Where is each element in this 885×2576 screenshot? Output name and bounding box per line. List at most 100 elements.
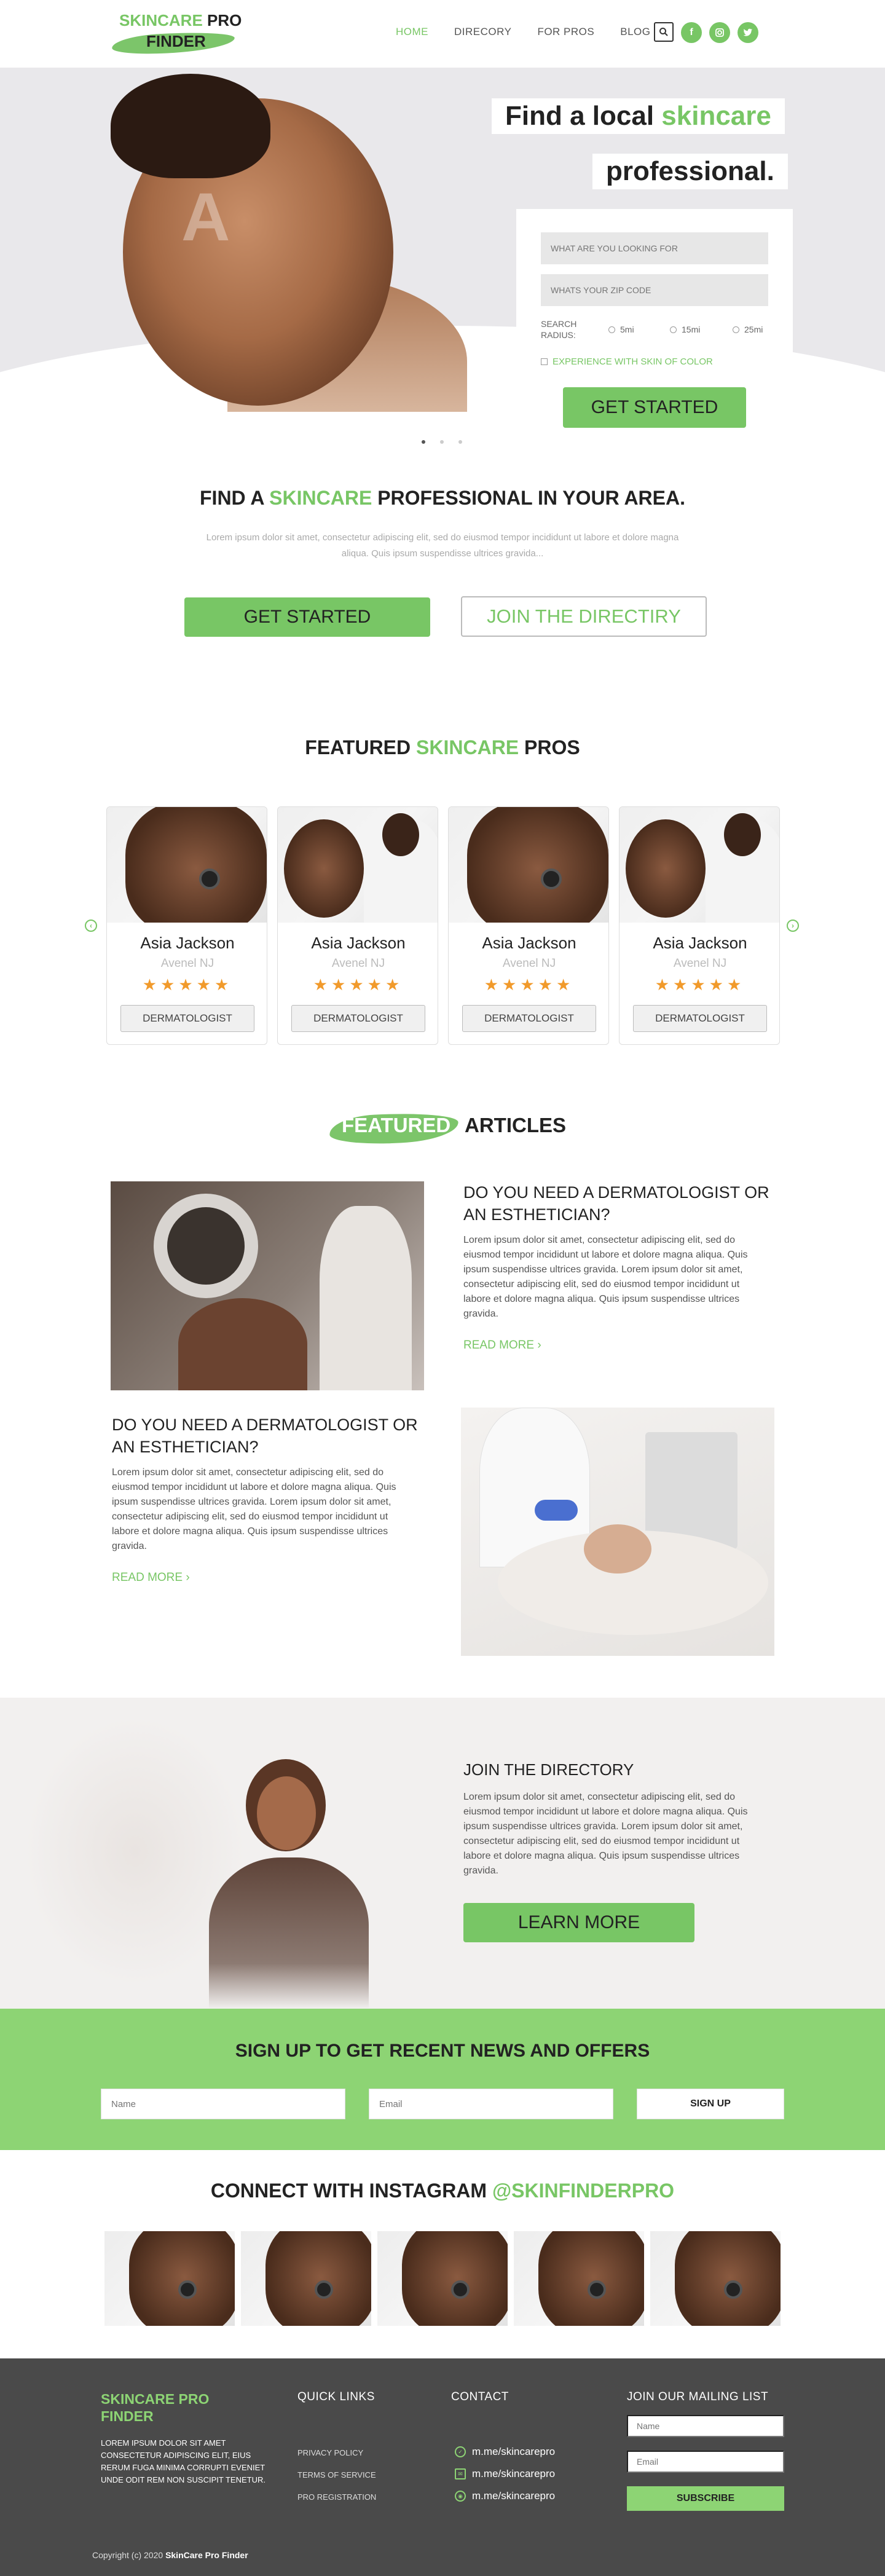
instagram-post[interactable] bbox=[377, 2231, 508, 2326]
find-section-title: FIND A SKINCARE PROFESSIONAL IN YOUR ARE… bbox=[0, 487, 885, 510]
instagram-icon[interactable] bbox=[709, 22, 730, 43]
pro-location: Avenel NJ bbox=[673, 957, 727, 970]
carousel-dot-1[interactable] bbox=[422, 440, 425, 444]
carousel-dot-2[interactable] bbox=[440, 440, 444, 444]
checkbox-label: EXPERIENCE WITH SKIN OF COLOR bbox=[553, 356, 713, 367]
privacy-policy-link[interactable]: PRIVACY POLICY bbox=[297, 2448, 363, 2457]
search-icon[interactable] bbox=[654, 22, 674, 42]
photo-skin bbox=[266, 2231, 371, 2326]
hero-heading-line-1: Find a local skincare bbox=[492, 98, 785, 134]
article-image-1[interactable] bbox=[111, 1181, 424, 1390]
pro-specialty-tag[interactable]: DERMATOLOGIST bbox=[291, 1005, 425, 1032]
facebook-icon[interactable]: f bbox=[681, 22, 702, 43]
pro-card[interactable]: Asia Jackson Avenel NJ ★★★★★ DERMATOLOGI… bbox=[277, 806, 438, 1045]
pro-specialty-tag[interactable]: DERMATOLOGIST bbox=[462, 1005, 596, 1032]
photo-skin bbox=[125, 807, 267, 923]
title-dark-part: PROFESSIONAL IN YOUR AREA. bbox=[377, 487, 685, 509]
read-more-link-1[interactable]: READ MORE › bbox=[463, 1339, 541, 1352]
hero-heading-dark: Find a local bbox=[505, 101, 655, 131]
pro-card[interactable]: Asia Jackson Avenel NJ ★★★★★ DERMATOLOGI… bbox=[619, 806, 780, 1045]
read-more-label: READ MORE bbox=[112, 1571, 183, 1584]
learn-more-button[interactable]: LEARN MORE bbox=[463, 1903, 694, 1942]
menu-home[interactable]: HOME bbox=[396, 26, 428, 38]
nav-icons: f bbox=[654, 22, 758, 43]
join-heading: JOIN THE DIRECTORY bbox=[463, 1760, 634, 1779]
radius-option-25mi[interactable]: 25mi bbox=[733, 325, 763, 334]
globe-icon: ◉ bbox=[455, 2491, 466, 2502]
skin-of-color-checkbox[interactable]: EXPERIENCE WITH SKIN OF COLOR bbox=[541, 356, 713, 367]
article-text-2: Lorem ipsum dolor sit amet, consectetur … bbox=[112, 1467, 396, 1551]
logo-line-2: FINDER bbox=[146, 32, 206, 50]
instagram-post[interactable] bbox=[650, 2231, 781, 2326]
photo-skin bbox=[402, 2231, 508, 2326]
instagram-post[interactable] bbox=[514, 2231, 644, 2326]
article-heading-2[interactable]: DO YOU NEED A DERMATOLOGIST OR AN ESTHET… bbox=[112, 1414, 419, 1458]
instagram-post[interactable] bbox=[241, 2231, 371, 2326]
footer-name-input[interactable] bbox=[627, 2415, 784, 2437]
pro-specialty-tag[interactable]: DERMATOLOGIST bbox=[633, 1005, 767, 1032]
contact-item-web[interactable]: ◉ m.me/skincarepro bbox=[455, 2490, 555, 2502]
articles-title-brush-text: FEATURED bbox=[342, 1114, 451, 1136]
photo-skin bbox=[284, 819, 364, 918]
star-rating-icon: ★★★★★ bbox=[313, 975, 404, 994]
terms-of-service-link[interactable]: TERMS OF SERVICE bbox=[297, 2470, 376, 2479]
carousel-dot-3[interactable] bbox=[458, 440, 462, 444]
find-get-started-button[interactable]: GET STARTED bbox=[184, 597, 430, 637]
subscribe-button[interactable]: SUBSCRIBE bbox=[627, 2486, 784, 2511]
menu-directory[interactable]: DIRECORY bbox=[454, 26, 511, 38]
menu-for-pros[interactable]: FOR PROS bbox=[537, 26, 594, 38]
pro-specialty-tag[interactable]: DERMATOLOGIST bbox=[120, 1005, 254, 1032]
read-more-link-2[interactable]: READ MORE › bbox=[112, 1571, 190, 1585]
instagram-post[interactable] bbox=[104, 2231, 235, 2326]
dermatoscope-icon bbox=[199, 869, 220, 889]
radio-icon bbox=[670, 326, 677, 333]
photo-head bbox=[382, 813, 419, 856]
join-portrait-image bbox=[184, 1759, 393, 2009]
newsletter-section: SIGN UP TO GET RECENT NEWS AND OFFERS SI… bbox=[0, 2009, 885, 2150]
menu-blog[interactable]: BLOG bbox=[620, 26, 650, 38]
footer-email-input[interactable] bbox=[627, 2451, 784, 2473]
pro-card[interactable]: Asia Jackson Avenel NJ ★★★★★ DERMATOLOGI… bbox=[106, 806, 267, 1045]
footer-brand[interactable]: SKINCARE PRO FINDER bbox=[101, 2390, 224, 2425]
title-dark-part: PROS bbox=[524, 736, 580, 758]
title-dark-part: FIND A bbox=[200, 487, 264, 509]
twitter-icon[interactable] bbox=[738, 22, 758, 43]
pro-name: Asia Jackson bbox=[653, 934, 747, 952]
dermatoscope-icon bbox=[541, 869, 562, 889]
radio-label: 25mi bbox=[744, 325, 763, 334]
pro-registration-link[interactable]: PRO REGISTRATION bbox=[297, 2492, 376, 2502]
article-heading-1[interactable]: DO YOU NEED A DERMATOLOGIST OR AN ESTHET… bbox=[463, 1181, 771, 1226]
find-section-text: Lorem ipsum dolor sit amet, consectetur … bbox=[206, 532, 679, 559]
contact-label: m.me/skincarepro bbox=[472, 2490, 556, 2502]
carousel-next-arrow-icon[interactable]: › bbox=[787, 920, 799, 932]
photo-skin bbox=[538, 2231, 644, 2326]
pro-photo bbox=[449, 807, 608, 923]
gloved-hand bbox=[535, 1500, 578, 1521]
zip-code-input[interactable] bbox=[541, 274, 768, 306]
pro-card[interactable]: Asia Jackson Avenel NJ ★★★★★ DERMATOLOGI… bbox=[448, 806, 609, 1045]
top-navbar: SKINCARE PRO FINDER HOME DIRECORY FOR PR… bbox=[0, 0, 885, 68]
pro-location: Avenel NJ bbox=[502, 957, 556, 970]
newsletter-email-input[interactable] bbox=[369, 2089, 613, 2119]
search-input[interactable] bbox=[541, 232, 768, 264]
logo-line-1: SKINCARE PRO bbox=[119, 11, 242, 30]
mailing-list-heading: JOIN OUR MAILING LIST bbox=[627, 2390, 769, 2403]
instagram-handle[interactable]: @SKINFINDERPRO bbox=[492, 2180, 674, 2202]
sign-up-button[interactable]: SIGN UP bbox=[637, 2089, 784, 2119]
join-directory-button[interactable]: JOIN THE DIRECTIRY bbox=[461, 596, 707, 637]
read-more-label: READ MORE bbox=[463, 1339, 535, 1352]
contact-item-messenger[interactable]: ✓ m.me/skincarepro bbox=[455, 2446, 555, 2458]
article-text-1: Lorem ipsum dolor sit amet, consectetur … bbox=[463, 1235, 748, 1319]
pro-location: Avenel NJ bbox=[331, 957, 385, 970]
portrait-hair bbox=[111, 74, 270, 178]
dermatoscope-icon bbox=[588, 2280, 606, 2299]
radius-option-5mi[interactable]: 5mi bbox=[608, 325, 634, 334]
carousel-prev-arrow-icon[interactable]: ‹ bbox=[85, 920, 97, 932]
radius-option-15mi[interactable]: 15mi bbox=[670, 325, 700, 334]
radio-icon bbox=[608, 326, 615, 333]
newsletter-name-input[interactable] bbox=[101, 2089, 345, 2119]
logo[interactable]: SKINCARE PRO FINDER bbox=[111, 10, 242, 57]
hero-get-started-button[interactable]: GET STARTED bbox=[563, 387, 746, 428]
contact-item-email[interactable]: ✉ m.me/skincarepro bbox=[455, 2468, 555, 2480]
article-image-2[interactable] bbox=[461, 1408, 774, 1656]
